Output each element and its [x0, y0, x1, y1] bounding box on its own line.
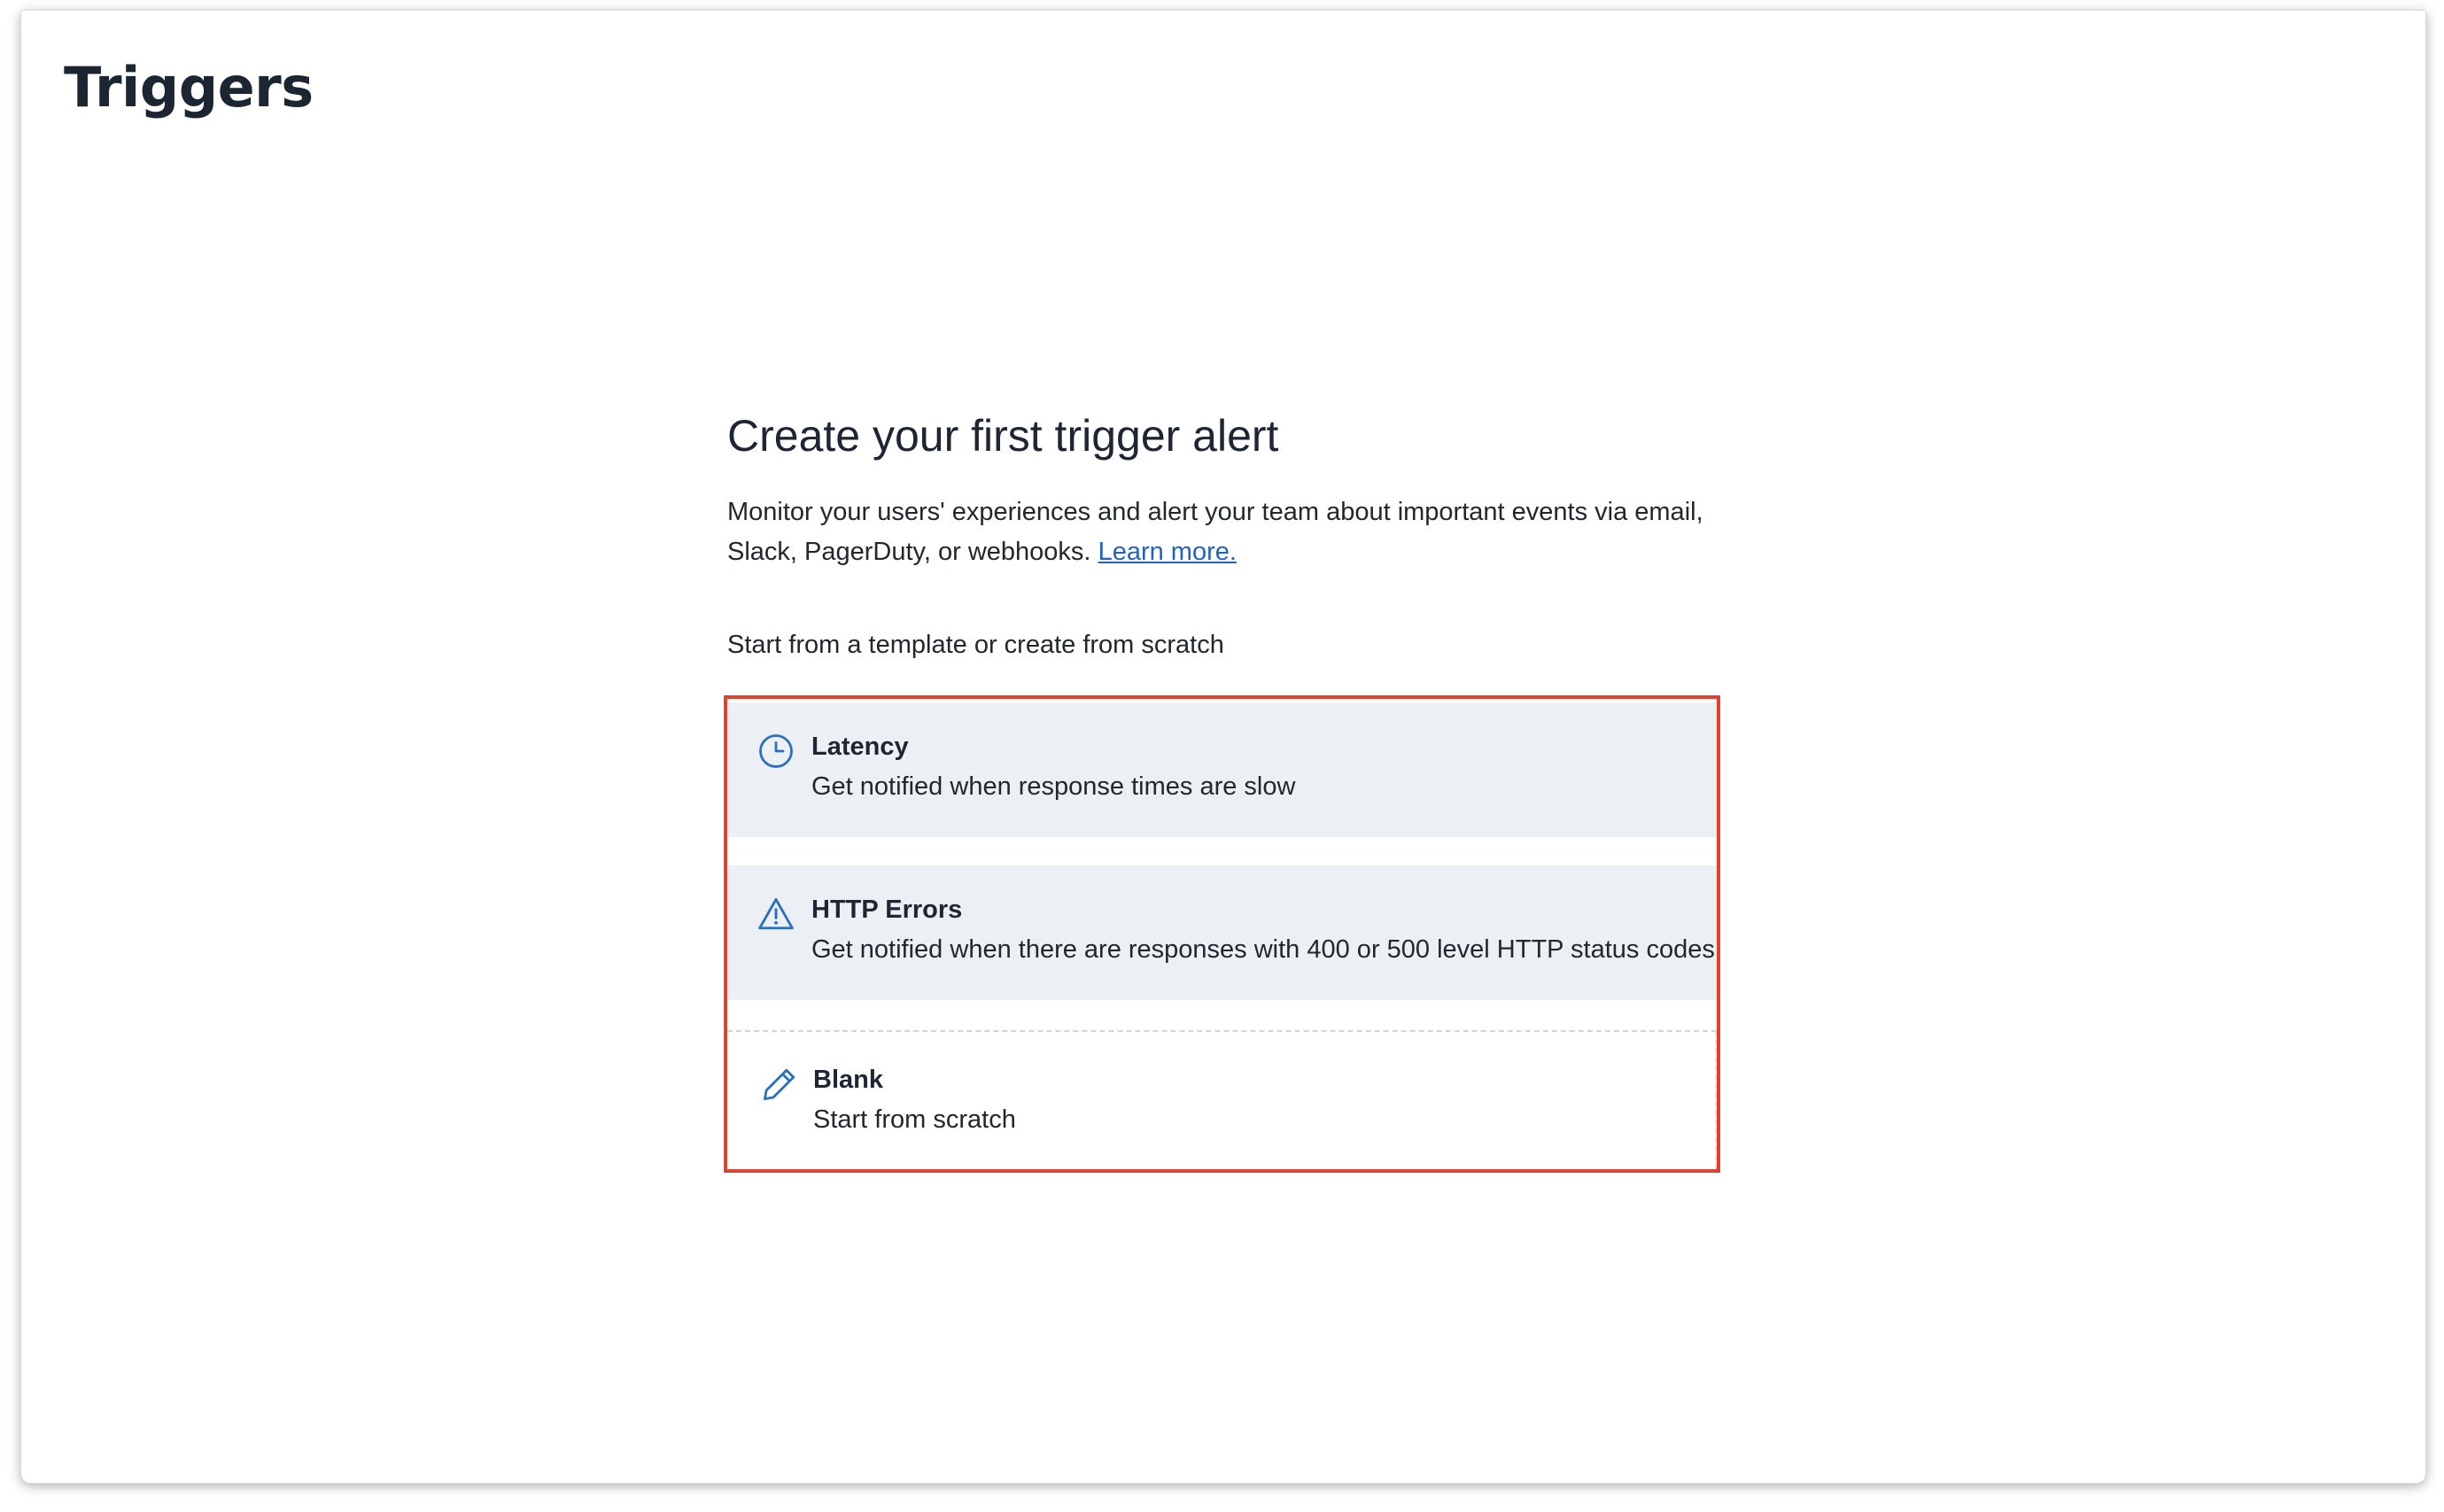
- template-options-highlight: Latency Get notified when response times…: [724, 695, 1720, 1173]
- learn-more-link[interactable]: Learn more.: [1098, 538, 1237, 566]
- template-option-http-errors[interactable]: HTTP Errors Get notified when there are …: [727, 865, 1717, 1000]
- option-title: HTTP Errors: [811, 896, 963, 924]
- empty-state: Create your first trigger alert Monitor …: [727, 409, 1737, 660]
- empty-state-heading: Create your first trigger alert: [727, 411, 1279, 461]
- template-option-latency[interactable]: Latency Get notified when response times…: [727, 702, 1717, 837]
- template-option-blank[interactable]: Blank Start from scratch: [727, 1030, 1717, 1169]
- warning-triangle-icon: [758, 897, 794, 930]
- option-title: Latency: [811, 733, 909, 761]
- option-description: Get notified when there are responses wi…: [811, 935, 1715, 964]
- option-description: Get notified when response times are slo…: [811, 772, 1296, 801]
- clock-icon: [759, 734, 793, 768]
- template-intro-text: Start from a template or create from scr…: [727, 631, 1224, 659]
- pencil-icon: [763, 1068, 795, 1101]
- option-description: Start from scratch: [813, 1105, 1016, 1134]
- empty-state-description: Monitor your users' experiences and aler…: [727, 492, 1737, 572]
- option-title: Blank: [813, 1066, 883, 1094]
- app-window: Triggers Create your first trigger alert…: [21, 11, 2425, 1483]
- page-title: Triggers: [64, 55, 314, 120]
